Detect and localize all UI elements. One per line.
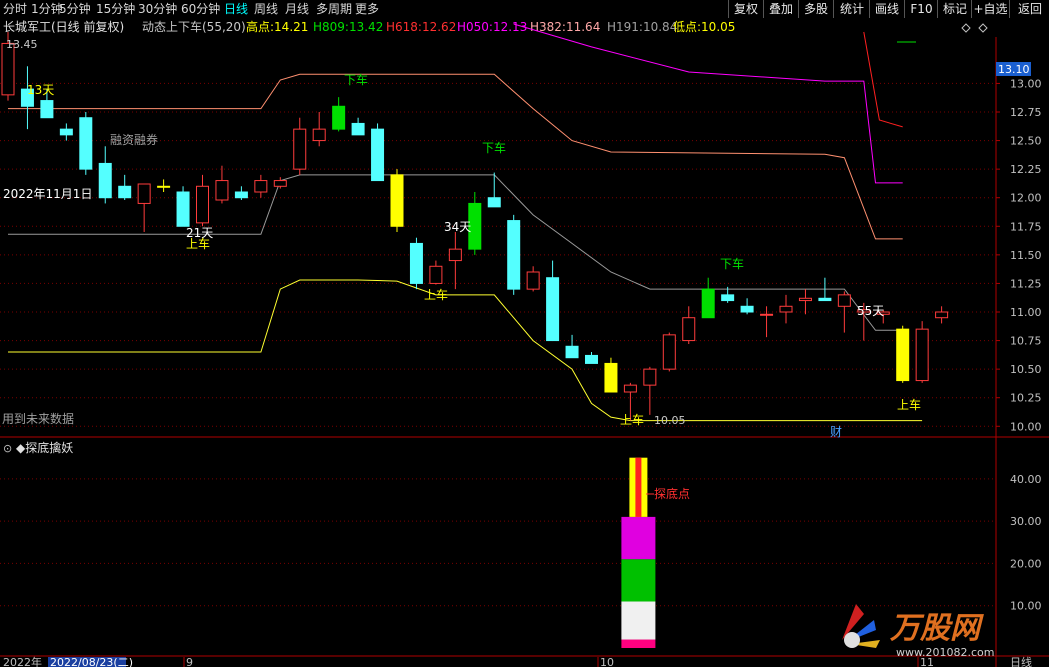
signal-annotation: 34天 bbox=[444, 220, 471, 234]
price-axis-label: 10.00 bbox=[1010, 420, 1042, 433]
level-line-h618 bbox=[863, 31, 903, 128]
candle[interactable] bbox=[662, 332, 676, 372]
candle[interactable] bbox=[915, 321, 929, 383]
price-axis-label: 10.50 bbox=[1010, 363, 1042, 376]
window-diamond-icon[interactable] bbox=[961, 23, 971, 33]
date-axis-label: 2022/08/23(二) bbox=[50, 656, 133, 667]
candle[interactable] bbox=[254, 174, 268, 198]
finance-cai-marker: 财 bbox=[830, 425, 842, 439]
candle[interactable] bbox=[409, 237, 423, 290]
signal-bar-stripe bbox=[635, 457, 642, 517]
sub-axis-label: 20.00 bbox=[1010, 557, 1042, 570]
level-line-h050 bbox=[513, 23, 903, 184]
candle[interactable] bbox=[137, 183, 151, 232]
current-price-label: 13.10 bbox=[998, 63, 1030, 76]
date-note: 2022年11月1日 bbox=[3, 187, 92, 201]
sub-axis-label: 40.00 bbox=[1010, 473, 1042, 486]
candle[interactable] bbox=[98, 146, 112, 204]
candle[interactable] bbox=[59, 123, 73, 141]
signal-bar-segment bbox=[621, 639, 656, 648]
sub-panel-title: ◆探底擒妖 bbox=[16, 440, 73, 455]
candle[interactable] bbox=[526, 266, 540, 292]
price-axis-label: 12.00 bbox=[1010, 192, 1042, 205]
price-axis-label: 11.50 bbox=[1010, 249, 1042, 262]
price-axis-label: 12.25 bbox=[1010, 163, 1042, 176]
candle[interactable] bbox=[760, 306, 774, 338]
candle[interactable] bbox=[779, 294, 793, 324]
watermark-logo bbox=[842, 604, 880, 648]
candlestick-chart[interactable]: 13.00 12.75 12.50 12.25 12.00 11.75 11.50 11.25… bbox=[0, 0, 1049, 667]
candle[interactable] bbox=[896, 325, 910, 383]
low-marker: 10.05 bbox=[654, 414, 686, 427]
candle[interactable] bbox=[390, 169, 404, 232]
signal-label: 探底点 bbox=[654, 486, 690, 501]
finance-label: 融资融券 bbox=[110, 132, 158, 147]
future-data-warning: 用到未来数据 bbox=[2, 411, 74, 426]
candle[interactable] bbox=[643, 366, 657, 415]
candle[interactable] bbox=[351, 117, 365, 136]
candle[interactable] bbox=[487, 172, 501, 208]
candle[interactable] bbox=[371, 123, 385, 182]
candle[interactable] bbox=[312, 112, 326, 147]
watermark-url: www.201082.com bbox=[896, 646, 994, 659]
price-axis-label: 13.00 bbox=[1010, 77, 1042, 90]
watermark-brand: 万股网 bbox=[889, 611, 984, 646]
price-axis-label: 10.25 bbox=[1010, 392, 1042, 405]
level-line-h382 bbox=[8, 73, 903, 240]
price-axis-label: 11.25 bbox=[1010, 277, 1042, 290]
candle[interactable] bbox=[604, 357, 618, 393]
candle[interactable] bbox=[740, 298, 754, 315]
candle[interactable] bbox=[196, 174, 209, 227]
candle[interactable] bbox=[293, 117, 307, 175]
signal-bar-segment bbox=[621, 516, 656, 560]
signal-annotation: 上车 bbox=[424, 287, 448, 302]
level-line-low bbox=[8, 279, 923, 422]
candle[interactable] bbox=[234, 186, 248, 200]
candle[interactable] bbox=[176, 186, 190, 227]
candle[interactable] bbox=[20, 66, 34, 130]
signal-bar-segment bbox=[621, 601, 656, 640]
candle[interactable] bbox=[448, 232, 462, 290]
sub-axis-label: 10.00 bbox=[1010, 600, 1042, 613]
candle[interactable] bbox=[798, 289, 812, 315]
date-axis-label: 2022年 bbox=[3, 655, 42, 667]
candle[interactable] bbox=[507, 214, 521, 295]
signal-annotation: 13天 bbox=[27, 83, 54, 97]
signal-bar-segment bbox=[621, 559, 656, 602]
price-axis-label: 10.75 bbox=[1010, 335, 1042, 348]
date-axis-label: 日线 bbox=[1010, 655, 1032, 667]
candle[interactable] bbox=[429, 260, 443, 285]
signal-annotation: 下车 bbox=[344, 72, 368, 87]
candle[interactable] bbox=[935, 306, 949, 324]
candle[interactable] bbox=[565, 334, 579, 359]
date-axis-label: 10 bbox=[600, 656, 614, 667]
candle[interactable] bbox=[585, 352, 598, 364]
price-axis-label: 11.75 bbox=[1010, 220, 1042, 233]
signal-annotation: 下车 bbox=[482, 140, 506, 155]
candle[interactable] bbox=[118, 174, 132, 200]
signal-annotation: 上车 bbox=[620, 412, 644, 427]
signal-annotation: 55天 bbox=[857, 304, 884, 318]
signal-annotation: 上车 bbox=[186, 236, 210, 251]
price-axis-label: 12.50 bbox=[1010, 135, 1042, 148]
price-axis-label: 11.00 bbox=[1010, 306, 1042, 319]
candle[interactable] bbox=[79, 112, 93, 175]
signal-annotation: 上车 bbox=[897, 397, 921, 412]
collapse-icon: ⊙ bbox=[3, 442, 12, 455]
date-axis-label: 9 bbox=[186, 656, 193, 667]
signal-annotation: 下车 bbox=[720, 256, 744, 271]
candle[interactable] bbox=[332, 97, 346, 132]
candle[interactable] bbox=[215, 165, 229, 204]
price-axis-label: 12.75 bbox=[1010, 106, 1042, 119]
candle[interactable] bbox=[546, 260, 560, 342]
window-diamond-icon[interactable] bbox=[978, 23, 988, 33]
candle[interactable] bbox=[157, 179, 171, 192]
sub-axis-label: 30.00 bbox=[1010, 515, 1042, 528]
